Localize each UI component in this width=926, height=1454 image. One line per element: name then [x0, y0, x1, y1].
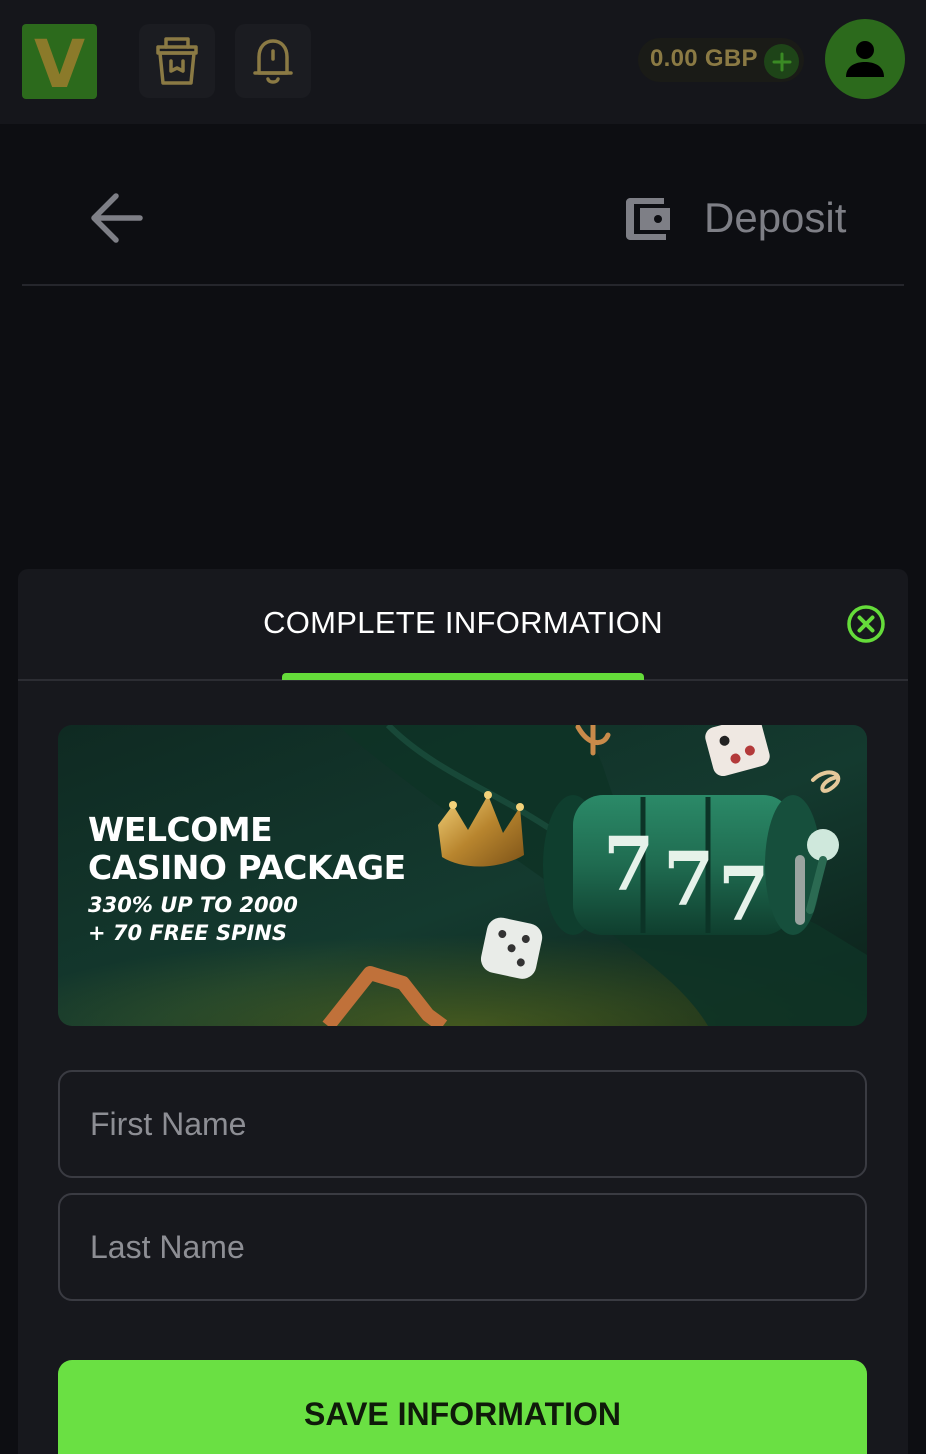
- save-information-button[interactable]: SAVE INFORMATION: [58, 1360, 867, 1454]
- rewards-button[interactable]: [139, 24, 215, 98]
- svg-text:7: 7: [603, 822, 655, 908]
- first-name-input[interactable]: [60, 1072, 865, 1176]
- banner-offer-line-2: + 70 FREE SPINS: [88, 921, 287, 945]
- balance-amount: 0.00 GBP: [650, 45, 758, 72]
- header-divider: [22, 284, 904, 286]
- banner-headline-2: CASINO PACKAGE: [88, 848, 406, 887]
- notifications-button[interactable]: [235, 24, 311, 98]
- svg-text:V: V: [34, 26, 85, 99]
- svg-text:7: 7: [663, 837, 715, 923]
- profile-button[interactable]: [825, 19, 905, 99]
- top-bar: V 0.00 GBP: [0, 0, 926, 124]
- first-name-field[interactable]: [58, 1070, 867, 1178]
- wallet-icon: [626, 198, 670, 240]
- banner-offer-line-1: 330% UP TO 2000: [88, 893, 298, 917]
- svg-text:7: 7: [718, 852, 770, 938]
- close-circle-icon[interactable]: [846, 604, 886, 644]
- modal-title: COMPLETE INFORMATION: [263, 605, 663, 640]
- add-funds-button[interactable]: [764, 44, 799, 79]
- gift-bucket-icon: [156, 37, 198, 85]
- balance-display[interactable]: 0.00 GBP: [638, 38, 804, 82]
- welcome-promo-banner[interactable]: 7 7 7 WELCOME CASINO PACKAGE 330% UP TO …: [58, 725, 867, 1026]
- active-tab-indicator: [282, 673, 644, 680]
- logo-v-icon: V: [34, 26, 85, 99]
- last-name-field[interactable]: [58, 1193, 867, 1301]
- plus-icon: [772, 52, 791, 71]
- complete-information-modal: COMPLETE INFORMATION 7 7 7 WELCOME CASIN…: [18, 569, 908, 1454]
- bell-icon: [253, 39, 293, 84]
- back-arrow-icon[interactable]: [88, 190, 146, 246]
- slot-machine-icon: 7 7 7: [543, 795, 839, 938]
- last-name-input[interactable]: [60, 1195, 865, 1299]
- user-icon: [846, 41, 884, 77]
- banner-headline-1: WELCOME: [88, 810, 273, 849]
- page-title: Deposit: [704, 194, 847, 241]
- brand-logo[interactable]: V: [22, 24, 97, 99]
- banner-text: WELCOME CASINO PACKAGE 330% UP TO 2000 +…: [88, 811, 406, 947]
